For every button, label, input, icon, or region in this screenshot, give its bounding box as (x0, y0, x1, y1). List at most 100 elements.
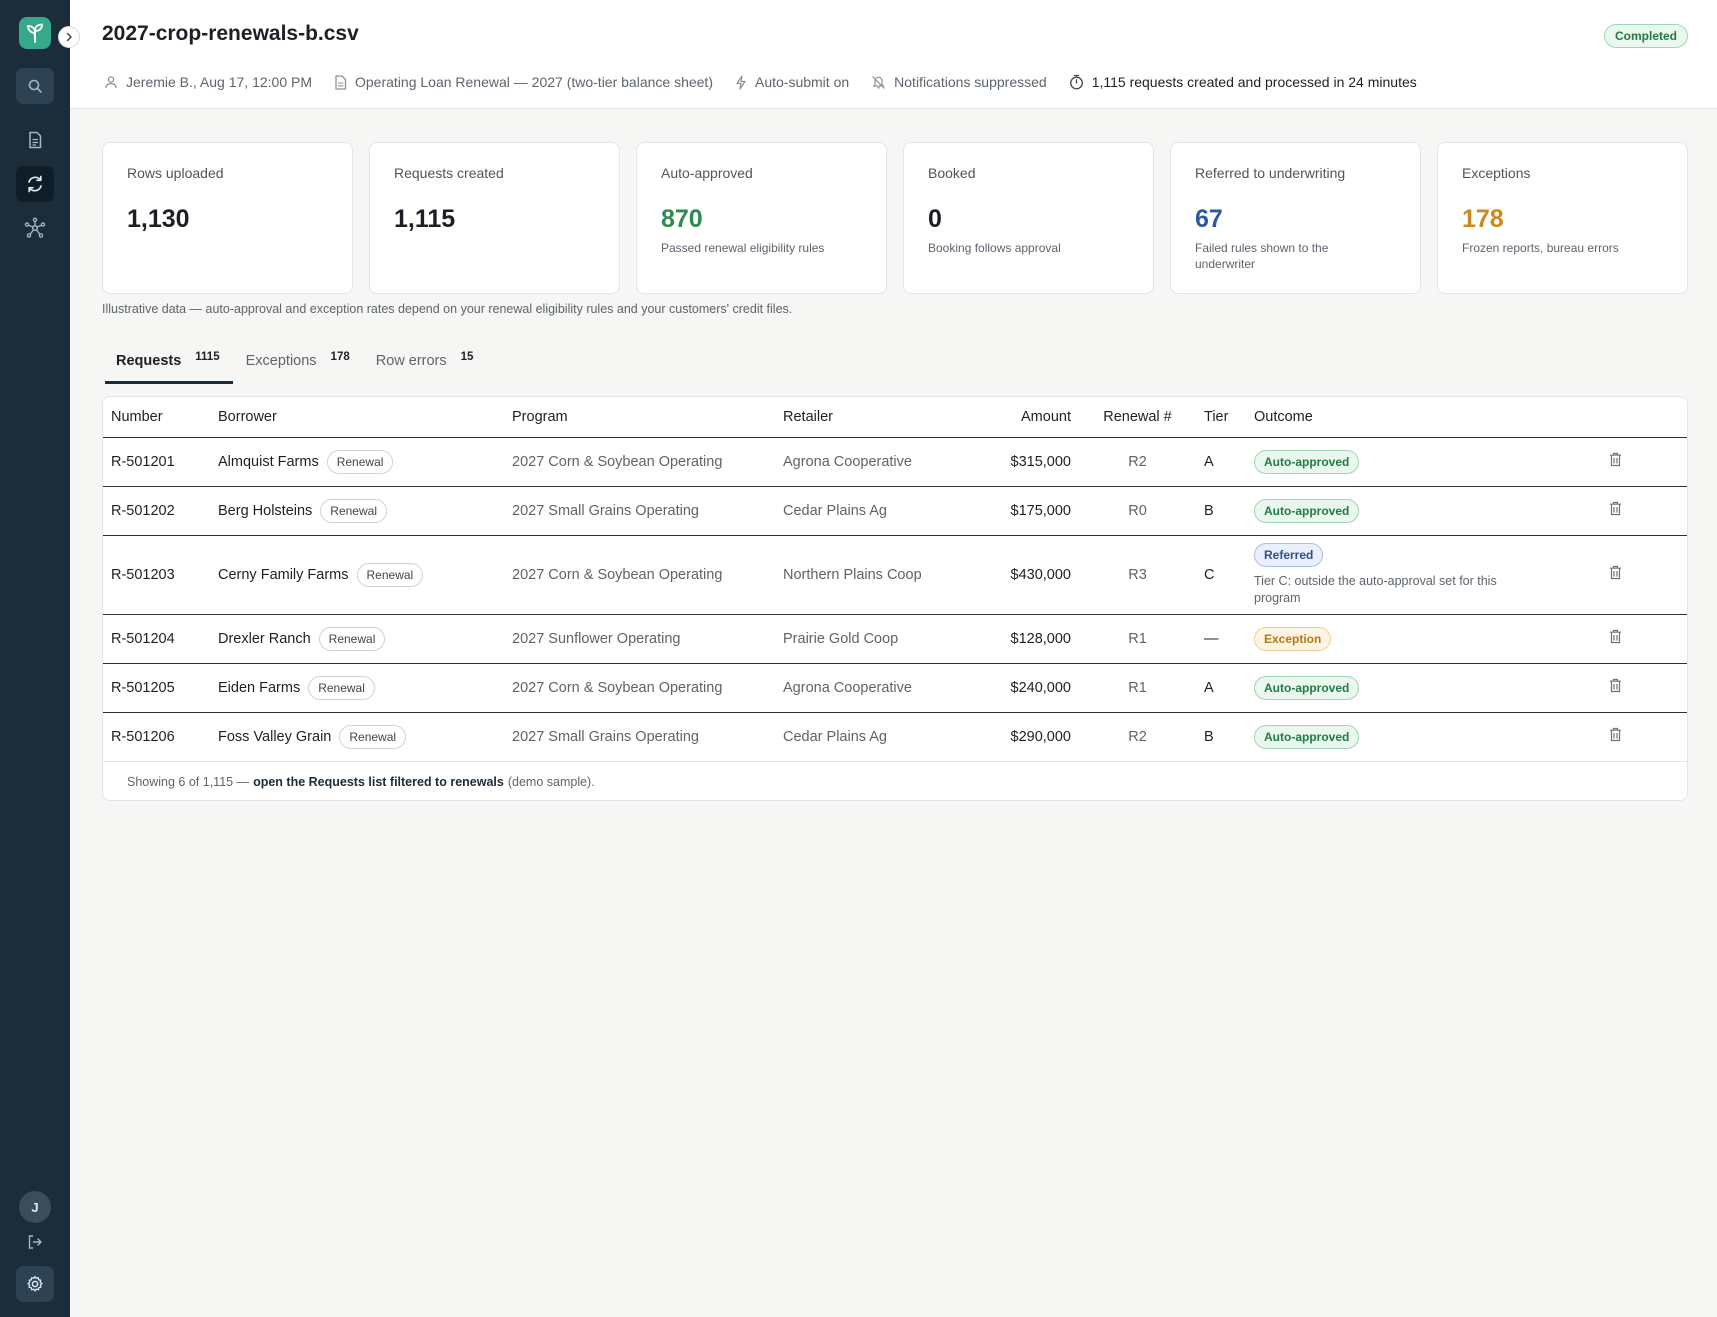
lightning-icon (736, 74, 746, 90)
logout-icon (28, 1235, 42, 1249)
logout-button[interactable] (16, 1224, 54, 1260)
stat-label: Exceptions (1462, 165, 1531, 181)
document-icon (335, 74, 347, 90)
table-row[interactable]: R-501201 Almquist Farms Renewal 2027 Corn… (103, 437, 1687, 487)
cell-outcome: Auto-approved (1246, 663, 1601, 713)
cell-outcome: Auto-approved (1246, 437, 1601, 487)
sidebar-item-network[interactable] (16, 210, 54, 246)
cell-amount: $430,000 (963, 535, 1079, 615)
outcome-badge: Auto-approved (1254, 675, 1360, 700)
cell-actions (1601, 535, 1687, 615)
table-row[interactable]: R-501205 Eiden Farms Renewal 2027 Corn & … (103, 663, 1687, 713)
delete-button[interactable] (1609, 727, 1622, 742)
meta-notifications: Notifications suppressed (871, 74, 1047, 90)
meta-auto-submit: Auto-submit on (735, 74, 849, 90)
expand-sidebar-button[interactable] (58, 26, 80, 48)
renewal-tag: Renewal (356, 562, 424, 587)
sidebar-item-renewals[interactable] (16, 166, 54, 202)
table-row[interactable]: R-501204 Drexler Ranch Renewal 2027 Sunfl… (103, 614, 1687, 664)
cell-renewal: R3 (1079, 535, 1196, 615)
column-header-retailer[interactable]: Retailer (775, 397, 963, 438)
table-row[interactable]: R-501202 Berg Holsteins Renewal 2027 Smal… (103, 486, 1687, 536)
cell-tier: B (1196, 712, 1246, 762)
delete-button[interactable] (1609, 565, 1622, 580)
gear-icon (27, 1275, 43, 1292)
cell-actions (1601, 712, 1687, 762)
cell-renewal: R2 (1079, 712, 1196, 762)
column-header-number[interactable]: Number (103, 397, 210, 438)
stat-value: 0 (928, 205, 942, 233)
tab-bar: Requests 1115 Exceptions 178 Row errors … (105, 344, 486, 384)
column-header-renewal[interactable]: Renewal # (1079, 397, 1196, 438)
cell-number: R-501201 (103, 437, 210, 487)
column-header-amount[interactable]: Amount (963, 397, 1079, 438)
cell-number: R-501206 (103, 712, 210, 762)
column-header-borrower[interactable]: Borrower (210, 397, 504, 438)
stat-label: Auto-approved (661, 165, 753, 181)
cell-amount: $240,000 (963, 663, 1079, 713)
tab-label: Row errors (375, 353, 447, 369)
meta-summary-text: 1,115 requests created and processed in … (1091, 74, 1417, 90)
cell-program: 2027 Corn & Soybean Operating (504, 663, 775, 713)
tab-row-errors[interactable]: Row errors 15 (365, 344, 487, 384)
open-requests-link[interactable]: open the Requests list filtered to renew… (253, 775, 504, 789)
table-row[interactable]: R-501203 Cerny Family Farms Renewal 2027 … (103, 535, 1687, 615)
cell-tier: A (1196, 663, 1246, 713)
delete-button[interactable] (1609, 501, 1622, 516)
delete-button[interactable] (1609, 678, 1622, 693)
renewal-tag: Renewal (308, 675, 375, 700)
cell-amount: $175,000 (963, 486, 1079, 536)
column-header-tier[interactable]: Tier (1196, 397, 1246, 438)
tab-label: Requests (116, 353, 182, 369)
outcome-badge: Referred (1254, 542, 1324, 567)
cell-renewal: R0 (1079, 486, 1196, 536)
sidebar: J (0, 0, 70, 1317)
stat-sub: Frozen reports, bureau errors (1462, 241, 1619, 255)
cell-amount: $128,000 (963, 614, 1079, 664)
delete-button[interactable] (1609, 452, 1622, 467)
stat-card-auto-approved: Auto-approved 870 Passed renewal eligibi… (636, 142, 887, 294)
app-logo[interactable] (19, 17, 51, 49)
tab-requests[interactable]: Requests 1115 (105, 344, 233, 384)
delete-button[interactable] (1609, 629, 1622, 644)
sidebar-item-documents[interactable] (16, 122, 54, 158)
stat-cards: Rows uploaded 1,130 Requests created 1,1… (102, 142, 1688, 294)
cell-retailer: Agrona Cooperative (775, 437, 963, 487)
cell-retailer: Prairie Gold Coop (775, 614, 963, 664)
cell-outcome: Auto-approved (1246, 486, 1601, 536)
trash-icon (1610, 727, 1621, 742)
timer-icon (1069, 74, 1083, 90)
stat-value: 67 (1195, 205, 1223, 233)
meta-auto-submit-text: Auto-submit on (754, 74, 850, 90)
column-header-outcome[interactable]: Outcome (1246, 397, 1601, 438)
column-header-program[interactable]: Program (504, 397, 775, 438)
cell-tier: C (1196, 535, 1246, 615)
avatar[interactable]: J (19, 1191, 51, 1223)
cell-tier: B (1196, 486, 1246, 536)
meta-template[interactable]: Operating Loan Renewal — 2027 (two-tier … (334, 74, 713, 90)
renewal-tag: Renewal (320, 498, 387, 523)
sprout-icon (27, 23, 43, 43)
chevron-right-icon (66, 32, 72, 42)
cell-outcome: Auto-approved (1246, 712, 1601, 762)
trash-icon (1610, 501, 1621, 516)
cell-borrower: Foss Valley Grain Renewal (210, 712, 504, 762)
cell-program: 2027 Sunflower Operating (504, 614, 775, 664)
cell-tier: — (1196, 614, 1246, 664)
sidebar-search-button[interactable] (16, 68, 54, 104)
cell-renewal: R1 (1079, 614, 1196, 664)
stat-sub: Booking follows approval (928, 241, 1061, 255)
stat-value: 1,130 (127, 205, 190, 233)
borrower-name: Cerny Family Farms (218, 566, 349, 583)
cell-outcome: Referred Tier C: outside the auto-approv… (1246, 535, 1601, 615)
tab-count: 178 (330, 351, 350, 363)
table-row[interactable]: R-501206 Foss Valley Grain Renewal 2027 S… (103, 712, 1687, 762)
tab-exceptions[interactable]: Exceptions 178 (235, 344, 363, 384)
stat-sub: Failed rules shown to the underwriter (1195, 241, 1329, 271)
cell-program: 2027 Small Grains Operating (504, 486, 775, 536)
borrower-name: Almquist Farms (218, 453, 319, 470)
settings-button[interactable] (16, 1266, 54, 1302)
trash-icon (1610, 678, 1621, 693)
stat-card-referred: Referred to underwriting 67 Failed rules… (1170, 142, 1421, 294)
table-footer: Showing 6 of 1,115 — open the Requests l… (103, 762, 1687, 801)
